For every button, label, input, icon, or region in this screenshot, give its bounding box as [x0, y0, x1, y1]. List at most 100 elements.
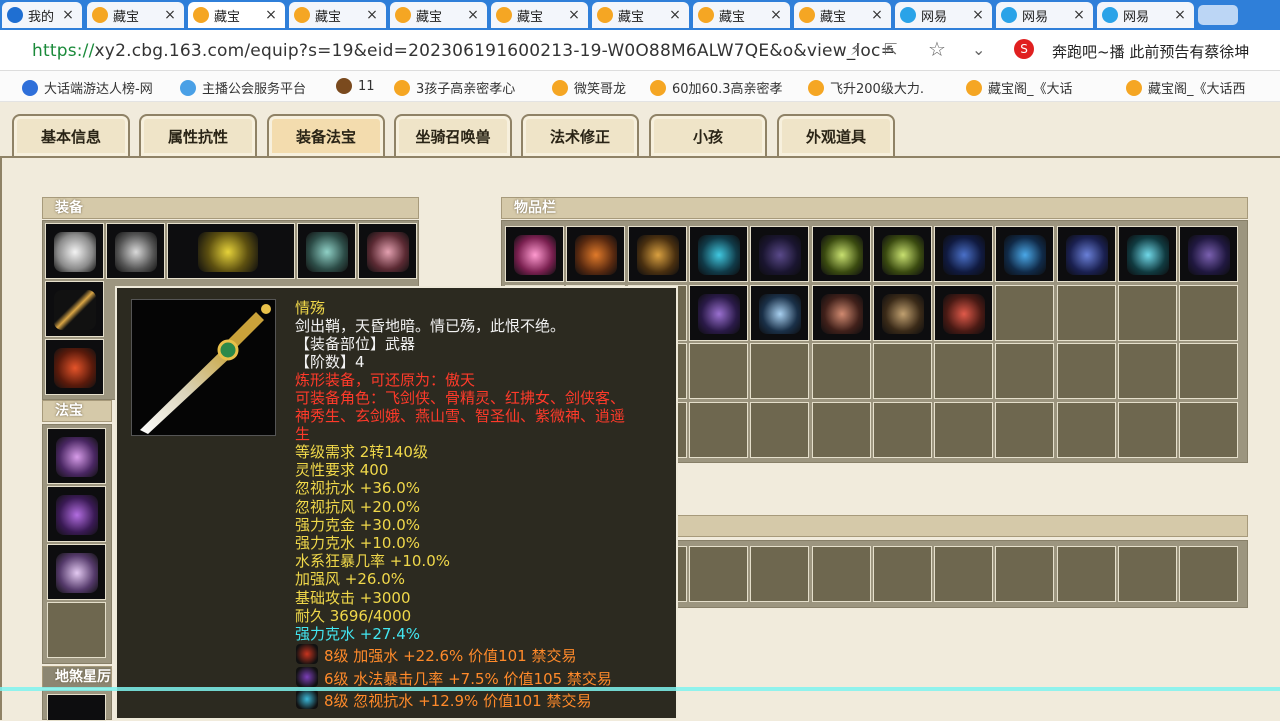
close-icon[interactable]: × [566, 7, 582, 23]
bookmark-item[interactable]: 飞升200级大力. [808, 78, 924, 97]
inventory-slot[interactable] [934, 401, 994, 458]
url-field[interactable]: https://xy2.cbg.163.com/equip?s=19&eid=2… [32, 41, 895, 61]
inventory-slot[interactable] [505, 226, 564, 282]
inventory-slot[interactable] [811, 284, 871, 341]
equip-slot-weapon[interactable] [167, 223, 295, 279]
bookmark-item[interactable]: 大话端游达人榜-网 [22, 78, 153, 97]
storage-slot[interactable] [750, 546, 810, 602]
inventory-slot[interactable] [811, 226, 871, 282]
equip-slot-6[interactable] [45, 339, 104, 395]
browser-tab[interactable]: 网易 × [1097, 2, 1194, 28]
inventory-slot[interactable] [934, 284, 994, 341]
new-tab-button[interactable] [1198, 5, 1238, 25]
storage-slot[interactable] [934, 546, 994, 602]
inventory-slot[interactable] [688, 401, 748, 458]
equip-slot-4[interactable] [358, 223, 417, 279]
inventory-slot[interactable] [627, 226, 687, 282]
lightning-icon[interactable]: ⚡ [850, 40, 861, 59]
inventory-slot[interactable] [1179, 401, 1239, 458]
close-icon[interactable]: × [869, 7, 885, 23]
browser-tab[interactable]: 藏宝 × [87, 2, 184, 28]
inventory-slot[interactable] [1118, 226, 1177, 282]
share-icon[interactable]: ⇱ [884, 40, 897, 59]
bookmark-item[interactable]: 藏宝阁_《大话 [966, 78, 1073, 97]
inventory-slot[interactable] [811, 343, 871, 399]
inventory-slot[interactable] [688, 226, 748, 282]
inventory-slot[interactable] [1056, 284, 1116, 341]
browser-tab[interactable]: 藏宝 × [491, 2, 588, 28]
inventory-slot[interactable] [1118, 284, 1177, 341]
inventory-slot[interactable] [995, 401, 1055, 458]
close-icon[interactable]: × [60, 7, 76, 23]
browser-tab[interactable]: 网易 × [895, 2, 992, 28]
inventory-slot[interactable] [688, 343, 748, 399]
equip-slot-1[interactable] [45, 223, 104, 279]
inventory-slot[interactable] [1118, 401, 1177, 458]
inventory-slot[interactable] [750, 343, 810, 399]
inventory-slot[interactable] [995, 343, 1055, 399]
browser-tab[interactable]: 网易 × [996, 2, 1093, 28]
close-icon[interactable]: × [162, 7, 178, 23]
inventory-slot[interactable] [995, 284, 1055, 341]
inventory-slot[interactable] [995, 226, 1055, 282]
storage-slot[interactable] [1179, 546, 1239, 602]
game-tab[interactable]: 坐骑召唤兽 [394, 114, 512, 156]
storage-slot[interactable] [995, 546, 1055, 602]
bookmark-item[interactable]: 微笑哥龙 [552, 78, 626, 97]
inventory-slot[interactable] [1179, 343, 1239, 399]
inventory-slot[interactable] [1179, 284, 1239, 341]
treasure-slot-3[interactable] [47, 544, 106, 600]
inventory-slot[interactable] [750, 401, 810, 458]
close-icon[interactable]: × [768, 7, 784, 23]
inventory-slot[interactable] [750, 284, 810, 341]
bookmark-item[interactable]: 60加60.3高亲密孝 [650, 78, 783, 97]
game-tab[interactable]: 法术修正 [521, 114, 639, 156]
inventory-slot[interactable] [688, 284, 748, 341]
storage-slot[interactable] [872, 546, 932, 602]
inventory-slot[interactable] [934, 226, 994, 282]
game-tab[interactable]: 装备法宝 [267, 114, 385, 156]
equip-slot-2[interactable] [106, 223, 165, 279]
close-icon[interactable]: × [364, 7, 380, 23]
browser-tab[interactable]: 藏宝 × [390, 2, 487, 28]
storage-slot[interactable] [688, 546, 748, 602]
close-icon[interactable]: × [667, 7, 683, 23]
treasure-slot-2[interactable] [47, 486, 106, 542]
inventory-slot[interactable] [1056, 401, 1116, 458]
browser-tab[interactable]: 藏宝 × [794, 2, 891, 28]
inventory-slot[interactable] [566, 226, 626, 282]
inventory-slot[interactable] [872, 226, 932, 282]
browser-tab[interactable]: 我的 × [2, 2, 82, 28]
browser-tab[interactable]: 藏宝 × [592, 2, 689, 28]
inventory-slot[interactable] [934, 343, 994, 399]
bookmark-item[interactable]: 11 [336, 78, 375, 94]
news-ticker[interactable]: 奔跑吧~播 此前预告有蔡徐坤 [1052, 41, 1249, 62]
equip-slot-5[interactable] [45, 281, 104, 337]
treasure-slot-4[interactable] [47, 602, 106, 658]
storage-slot[interactable] [1118, 546, 1177, 602]
storage-slot[interactable] [1056, 546, 1116, 602]
browser-tab[interactable]: 藏宝 × [693, 2, 790, 28]
inventory-slot[interactable] [1118, 343, 1177, 399]
inventory-slot[interactable] [872, 284, 932, 341]
star-slot-1[interactable] [47, 694, 106, 721]
game-tab[interactable]: 属性抗性 [139, 114, 257, 156]
close-icon[interactable]: × [263, 7, 279, 23]
inventory-slot[interactable] [1179, 226, 1239, 282]
sogou-logo-icon[interactable]: S [1014, 39, 1034, 59]
game-tab[interactable]: 小孩 [649, 114, 767, 156]
inventory-slot[interactable] [750, 226, 810, 282]
chevron-down-icon[interactable]: ⌄ [972, 40, 985, 59]
storage-slot[interactable] [811, 546, 871, 602]
inventory-slot[interactable] [1056, 343, 1116, 399]
close-icon[interactable]: × [970, 7, 986, 23]
inventory-slot[interactable] [1056, 226, 1116, 282]
star-icon[interactable]: ☆ [928, 37, 946, 61]
close-icon[interactable]: × [1172, 7, 1188, 23]
game-tab[interactable]: 基本信息 [12, 114, 130, 156]
browser-tab[interactable]: 藏宝 × [289, 2, 386, 28]
close-icon[interactable]: × [1071, 7, 1087, 23]
inventory-slot[interactable] [872, 343, 932, 399]
inventory-slot[interactable] [811, 401, 871, 458]
close-icon[interactable]: × [465, 7, 481, 23]
